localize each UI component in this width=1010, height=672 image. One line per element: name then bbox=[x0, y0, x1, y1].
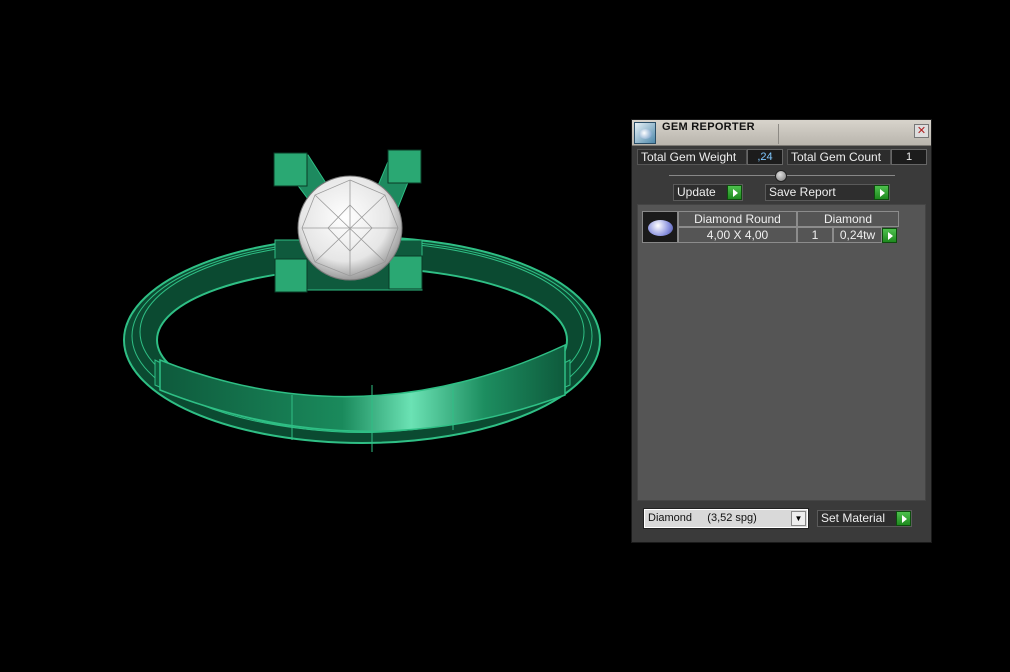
gem-reporter-panel: GEM REPORTER ✕ Total Gem Weight ,24 Tota… bbox=[631, 119, 932, 543]
total-gem-weight-label: Total Gem Weight bbox=[637, 149, 747, 165]
total-gem-count-value: 1 bbox=[891, 149, 927, 165]
gem-material-header: Diamond bbox=[797, 211, 899, 227]
title-bar[interactable]: GEM REPORTER ✕ bbox=[632, 120, 931, 146]
total-gem-count-label: Total Gem Count bbox=[787, 149, 891, 165]
slider-knob[interactable] bbox=[775, 170, 787, 182]
set-material-button[interactable]: Set Material bbox=[817, 510, 912, 527]
save-report-button[interactable]: Save Report bbox=[765, 184, 890, 201]
play-arrow-icon[interactable] bbox=[896, 511, 911, 526]
title-separator bbox=[778, 124, 779, 144]
update-button[interactable]: Update bbox=[673, 184, 743, 201]
gem-weight-cell: 0,24tw bbox=[833, 227, 882, 243]
panel-title: GEM REPORTER bbox=[662, 121, 755, 133]
gem-thumbnail[interactable] bbox=[642, 211, 678, 243]
ring-model[interactable] bbox=[0, 0, 640, 500]
gem-reporter-app-icon bbox=[634, 122, 656, 144]
gem-row-arrow-icon[interactable] bbox=[882, 228, 897, 243]
set-material-button-label: Set Material bbox=[821, 511, 886, 525]
play-arrow-icon[interactable] bbox=[874, 185, 889, 200]
chevron-down-icon[interactable]: ▼ bbox=[791, 511, 806, 526]
total-gem-weight-value: ,24 bbox=[747, 149, 783, 165]
gem-shape-header: Diamond Round bbox=[678, 211, 797, 227]
material-select[interactable]: Diamond (3,52 spg) ▼ bbox=[643, 508, 809, 529]
gem-count-cell: 1 bbox=[797, 227, 833, 243]
gem-list[interactable]: Diamond Round Diamond 4,00 X 4,00 1 0,24… bbox=[637, 204, 926, 501]
close-icon[interactable]: ✕ bbox=[914, 124, 929, 138]
gem-size-cell: 4,00 X 4,00 bbox=[678, 227, 797, 243]
save-report-button-label: Save Report bbox=[769, 185, 836, 199]
play-arrow-icon[interactable] bbox=[727, 185, 742, 200]
update-button-label: Update bbox=[677, 185, 716, 199]
material-selected-value: Diamond (3,52 spg) bbox=[648, 512, 757, 524]
